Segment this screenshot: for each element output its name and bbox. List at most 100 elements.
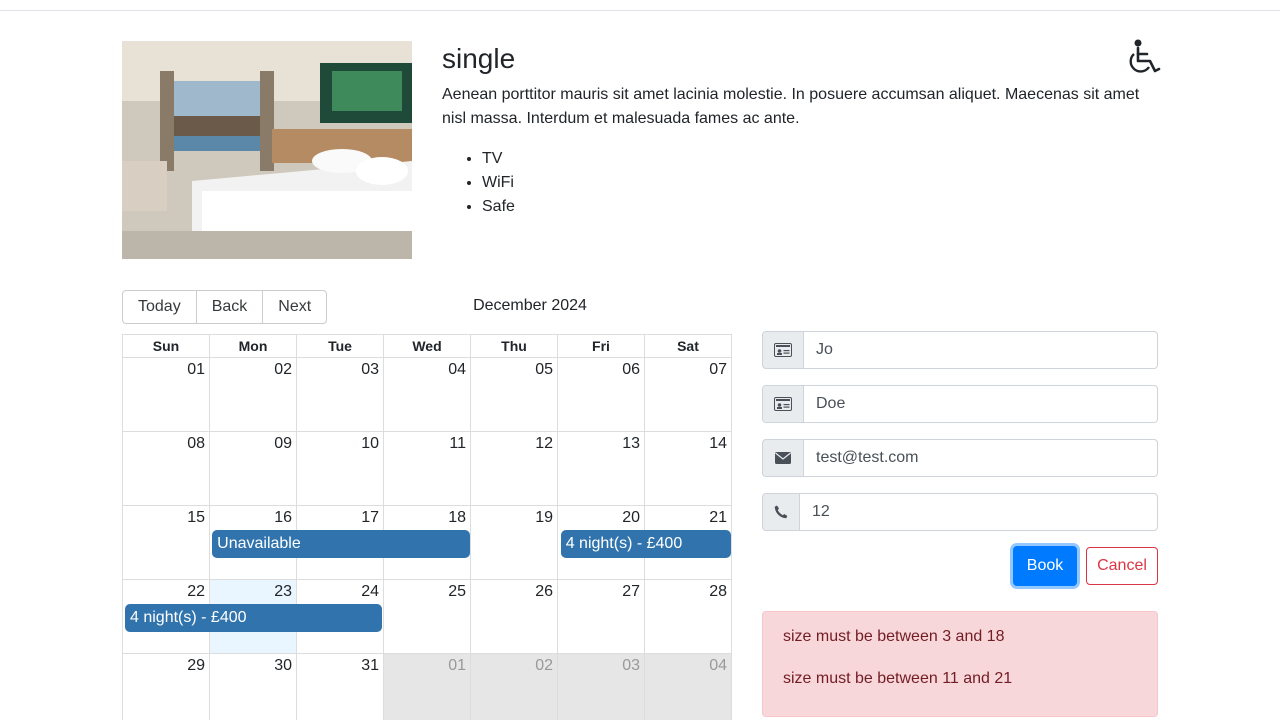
error-alert: size must be between 3 and 18 size must … bbox=[762, 611, 1158, 717]
day-number[interactable]: 02 bbox=[274, 361, 292, 379]
room-features: TV WiFi Safe bbox=[442, 147, 515, 219]
feature-item: Safe bbox=[482, 195, 515, 219]
calendar-week: 08 09 10 11 12 13 14 bbox=[123, 432, 731, 506]
lastname-input[interactable] bbox=[804, 385, 1158, 423]
day-number[interactable]: 30 bbox=[274, 657, 292, 675]
day-number[interactable]: 01 bbox=[187, 361, 205, 379]
calendar-day-cell[interactable]: 08 bbox=[123, 432, 209, 505]
calendar-day-cell[interactable]: 26 bbox=[470, 580, 557, 653]
weekday-label: Wed bbox=[383, 335, 470, 357]
calendar-event[interactable]: 4 night(s) - £400 bbox=[560, 530, 731, 558]
today-button[interactable]: Today bbox=[122, 290, 197, 324]
calendar-day-cell[interactable]: 11 bbox=[383, 432, 470, 505]
day-number[interactable]: 04 bbox=[448, 361, 466, 379]
room-title: single bbox=[442, 43, 516, 74]
calendar-day-cell[interactable]: 14 bbox=[644, 432, 731, 505]
email-field bbox=[762, 439, 1158, 477]
calendar-day-cell[interactable]: 12 bbox=[470, 432, 557, 505]
calendar-day-cell[interactable]: 03 bbox=[557, 654, 644, 720]
calendar-day-cell[interactable]: 02 bbox=[470, 654, 557, 720]
day-number[interactable]: 28 bbox=[709, 583, 727, 601]
day-number[interactable]: 11 bbox=[449, 435, 466, 453]
envelope-icon bbox=[762, 439, 804, 477]
calendar-day-cell[interactable]: 13 bbox=[557, 432, 644, 505]
day-number[interactable]: 03 bbox=[361, 361, 379, 379]
feature-item: WiFi bbox=[482, 171, 515, 195]
calendar-event[interactable]: 4 night(s) - £400 bbox=[125, 604, 383, 632]
weekday-label: Sun bbox=[152, 338, 180, 354]
day-number[interactable]: 04 bbox=[709, 657, 727, 675]
calendar-day-cell[interactable]: 05 bbox=[470, 358, 557, 431]
day-number[interactable]: 02 bbox=[535, 657, 553, 675]
month-label: December 2024 bbox=[473, 297, 587, 314]
day-number[interactable]: 23 bbox=[274, 583, 292, 601]
calendar-day-cell[interactable]: 27 bbox=[557, 580, 644, 653]
calendar-day-cell[interactable]: 31 bbox=[296, 654, 383, 720]
day-number[interactable]: 14 bbox=[709, 435, 727, 453]
day-number[interactable]: 25 bbox=[448, 583, 466, 601]
day-number[interactable]: 10 bbox=[361, 435, 379, 453]
calendar-day-cell[interactable]: 28 bbox=[644, 580, 731, 653]
calendar-week: 15 16 17 18 19 20 21 Unavailable 4 night(s) - £4… bbox=[123, 506, 731, 580]
calendar-day-cell[interactable]: 15 bbox=[123, 506, 209, 579]
day-number[interactable]: 05 bbox=[535, 361, 553, 379]
calendar-week: 29 30 31 01 02 03 04 bbox=[123, 654, 731, 720]
calendar-day-cell[interactable]: 29 bbox=[123, 654, 209, 720]
firstname-field bbox=[762, 331, 1158, 369]
day-number[interactable]: 15 bbox=[187, 509, 205, 527]
email-input[interactable] bbox=[804, 439, 1158, 477]
day-number[interactable]: 24 bbox=[361, 583, 379, 601]
next-button[interactable]: Next bbox=[262, 290, 328, 324]
phone-input[interactable] bbox=[800, 493, 1158, 531]
day-number[interactable]: 18 bbox=[448, 509, 466, 527]
calendar-day-cell[interactable]: 30 bbox=[209, 654, 296, 720]
calendar-day-cell[interactable]: 01 bbox=[123, 358, 209, 431]
day-number[interactable]: 01 bbox=[448, 657, 466, 675]
day-number[interactable]: 22 bbox=[187, 583, 205, 601]
calendar-day-cell[interactable]: 25 bbox=[383, 580, 470, 653]
feature-item: TV bbox=[482, 147, 515, 171]
calendar-day-cell[interactable]: 07 bbox=[644, 358, 731, 431]
calendar-day-cell[interactable]: 04 bbox=[383, 358, 470, 431]
day-number[interactable]: 16 bbox=[274, 509, 292, 527]
room-image bbox=[122, 41, 412, 259]
calendar-day-cell[interactable]: 03 bbox=[296, 358, 383, 431]
weekday-label: Tue bbox=[296, 335, 383, 357]
day-number[interactable]: 29 bbox=[187, 657, 205, 675]
day-number[interactable]: 12 bbox=[535, 435, 553, 453]
back-button[interactable]: Back bbox=[195, 290, 264, 324]
calendar-toolbar: Today Back Next bbox=[122, 290, 328, 324]
weekday-label: Fri bbox=[557, 335, 644, 357]
calendar-day-cell[interactable]: 19 bbox=[470, 506, 557, 579]
weekday-header: Sun Mon Tue Wed Thu Fri Sat bbox=[123, 335, 731, 358]
day-number[interactable]: 26 bbox=[535, 583, 553, 601]
day-number[interactable]: 13 bbox=[622, 435, 640, 453]
cancel-button[interactable]: Cancel bbox=[1086, 547, 1158, 585]
day-number[interactable]: 08 bbox=[187, 435, 205, 453]
lastname-field bbox=[762, 385, 1158, 423]
calendar-day-cell[interactable]: 10 bbox=[296, 432, 383, 505]
phone-field bbox=[762, 493, 1158, 531]
day-number[interactable]: 03 bbox=[622, 657, 640, 675]
calendar-day-cell[interactable]: 09 bbox=[209, 432, 296, 505]
day-number[interactable]: 27 bbox=[622, 583, 640, 601]
day-number[interactable]: 19 bbox=[535, 509, 553, 527]
header-divider bbox=[0, 10, 1280, 11]
booking-calendar: Sun Mon Tue Wed Thu Fri Sat 01 02 03 04 05 06… bbox=[122, 334, 732, 720]
calendar-week: 22 23 24 25 26 27 28 4 night(s) - £400 bbox=[123, 580, 731, 654]
day-number[interactable]: 06 bbox=[622, 361, 640, 379]
calendar-event[interactable]: Unavailable bbox=[212, 530, 470, 558]
day-number[interactable]: 09 bbox=[274, 435, 292, 453]
day-number[interactable]: 07 bbox=[709, 361, 727, 379]
calendar-day-cell[interactable]: 01 bbox=[383, 654, 470, 720]
day-number[interactable]: 17 bbox=[361, 509, 379, 527]
calendar-day-cell[interactable]: 06 bbox=[557, 358, 644, 431]
firstname-input[interactable] bbox=[804, 331, 1158, 369]
day-number[interactable]: 20 bbox=[622, 509, 640, 527]
calendar-day-cell[interactable]: 02 bbox=[209, 358, 296, 431]
calendar-day-cell[interactable]: 04 bbox=[644, 654, 731, 720]
weekday-label: Thu bbox=[470, 335, 557, 357]
day-number[interactable]: 31 bbox=[361, 657, 379, 675]
book-button[interactable]: Book bbox=[1013, 546, 1077, 586]
day-number[interactable]: 21 bbox=[709, 509, 727, 527]
